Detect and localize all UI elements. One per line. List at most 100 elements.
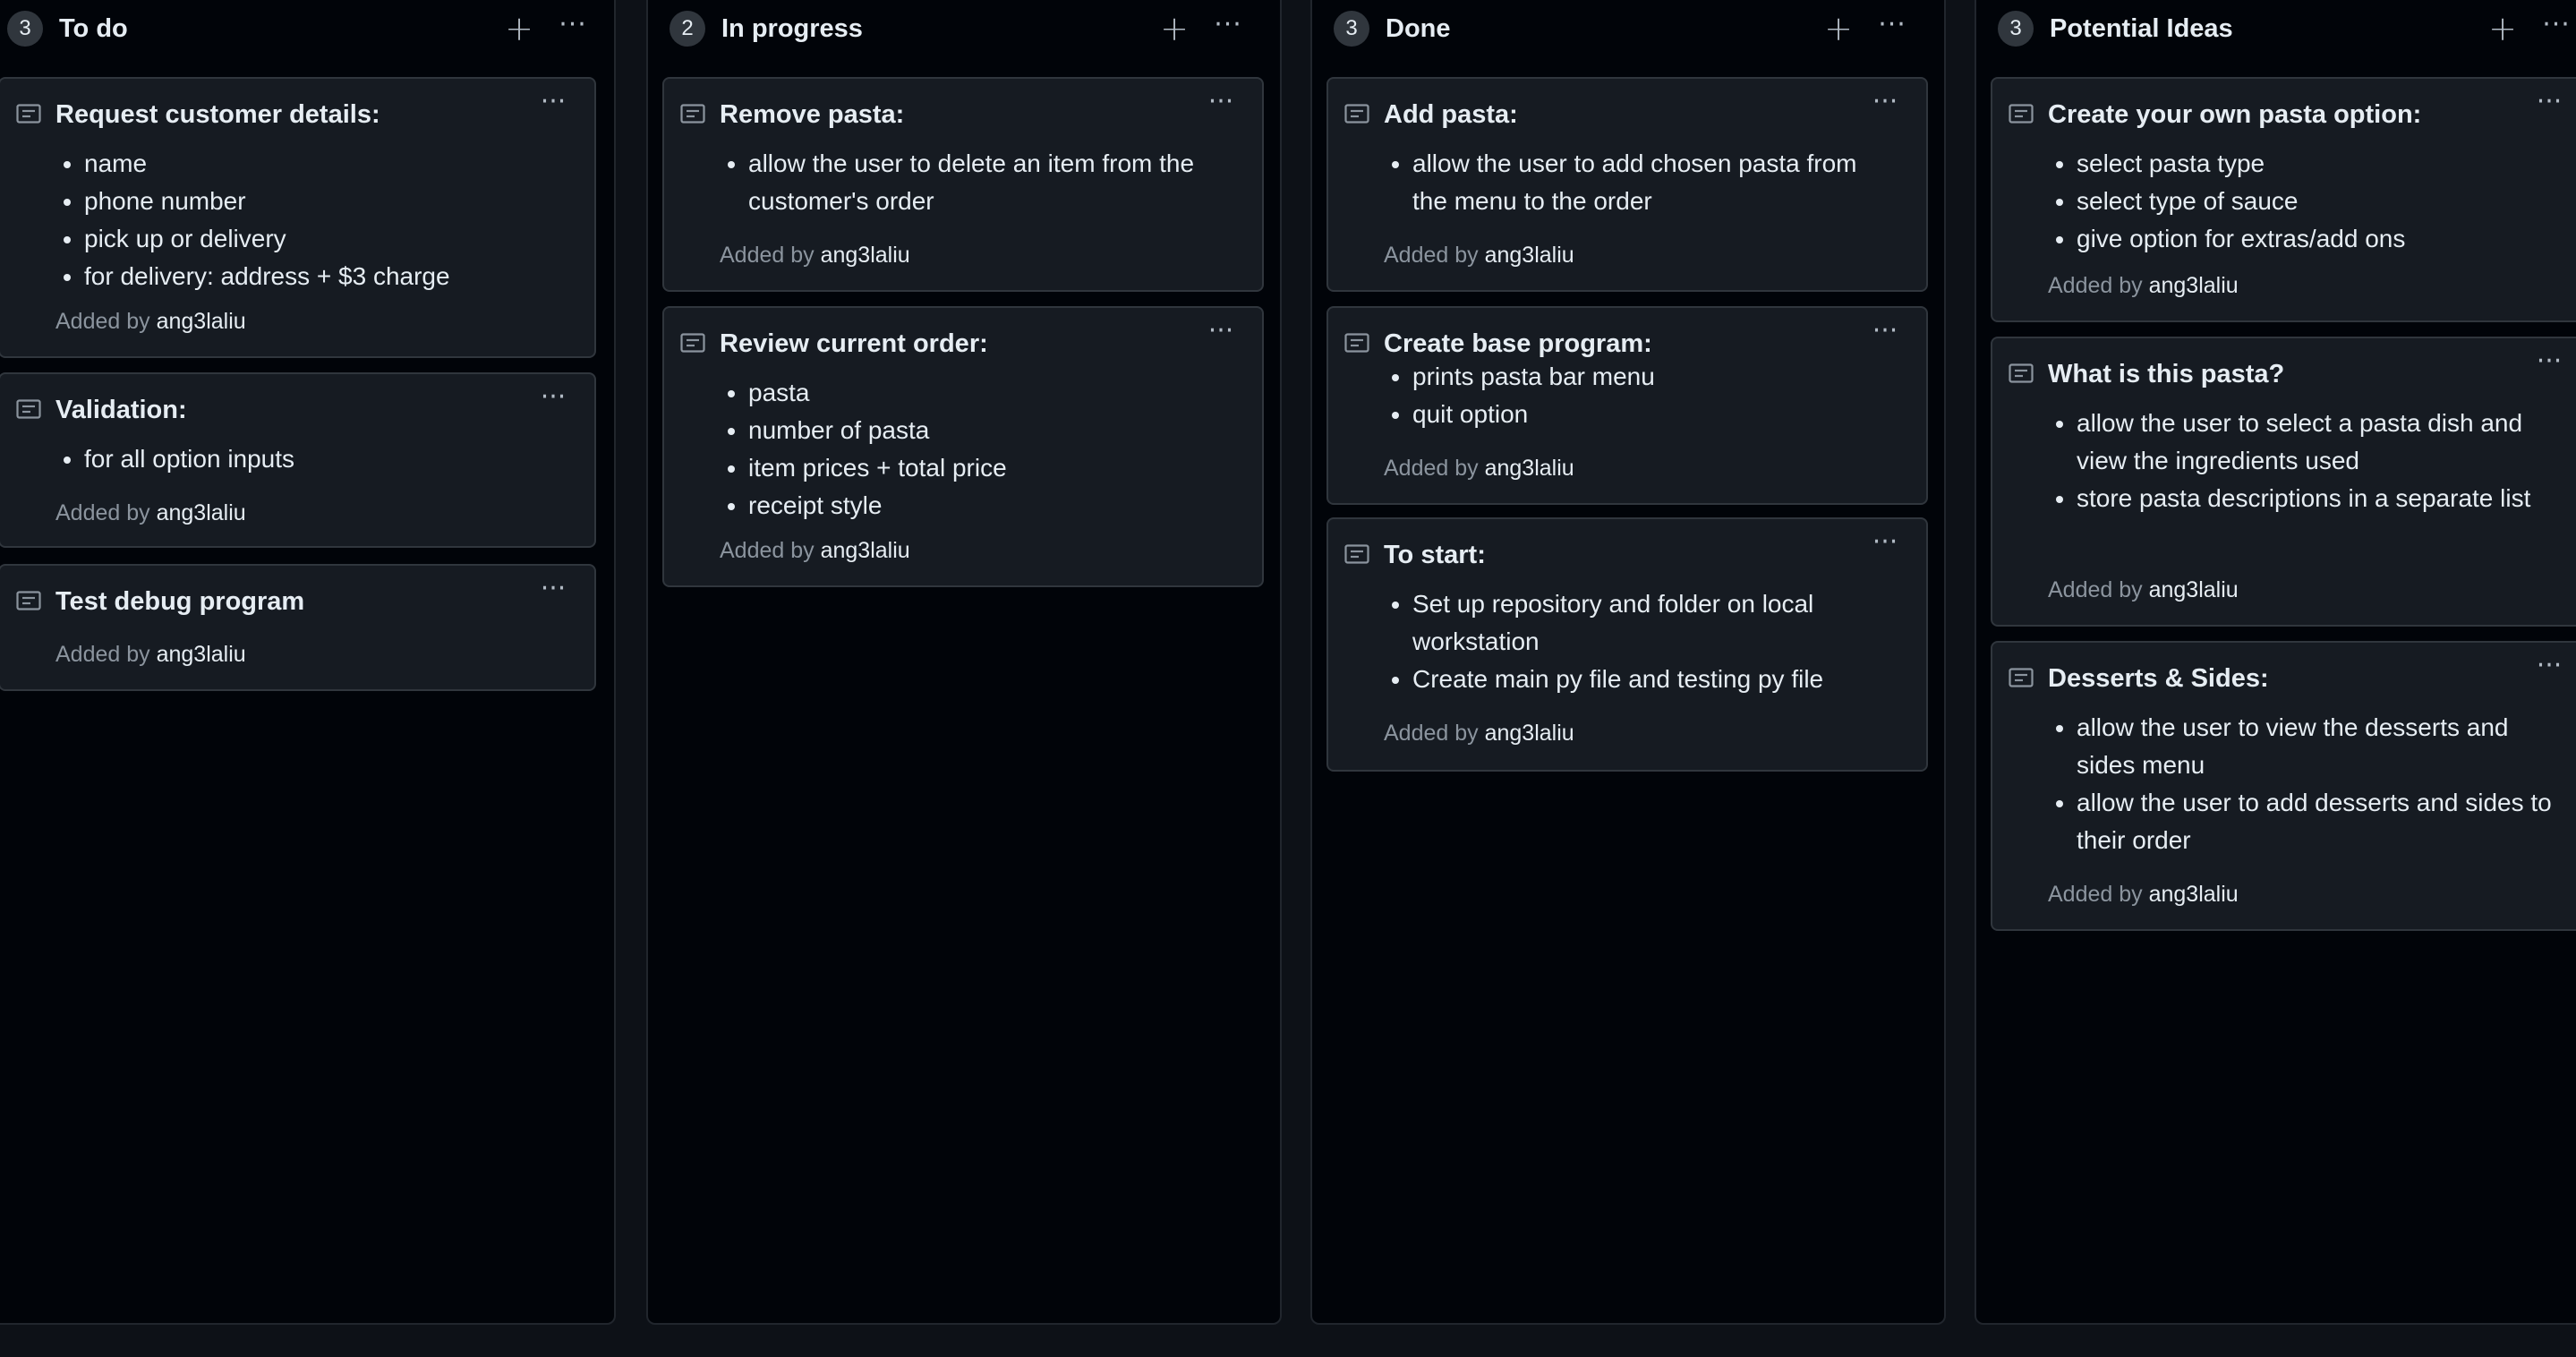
card-title[interactable]: To start: — [1384, 539, 1486, 571]
card-title[interactable]: Create your own pasta option: — [2048, 98, 2421, 131]
author-link[interactable]: ang3laliu — [2149, 577, 2239, 602]
kebab-horizontal-icon: ··· — [1207, 86, 1234, 117]
added-by: Added by ang3laliu — [55, 639, 246, 670]
column-menu-button[interactable]: ··· — [1872, 11, 1912, 47]
card-create-your-own-pasta[interactable]: Create your own pasta option: ··· select… — [1991, 77, 2576, 322]
added-by-label: Added by — [1384, 243, 1479, 268]
column-menu-button[interactable]: ··· — [1208, 11, 1248, 47]
list-item: prints pasta bar menu — [1412, 358, 1655, 396]
card-menu-button[interactable]: ··· — [1201, 318, 1241, 351]
column-menu-button[interactable]: ··· — [553, 11, 593, 47]
add-item-button[interactable]: + — [1156, 11, 1192, 47]
card-title[interactable]: Create base program: — [1384, 328, 1652, 360]
card-create-base-program[interactable]: Create base program: ··· prints pasta ba… — [1326, 306, 1928, 505]
author-link[interactable]: ang3laliu — [1485, 721, 1574, 746]
kebab-horizontal-icon: ··· — [2536, 86, 2563, 117]
item-count-badge: 2 — [670, 11, 705, 47]
card-menu-button[interactable]: ··· — [533, 384, 573, 417]
card-bullet-list: allow the user to select a pasta dish an… — [2048, 405, 2560, 517]
card-to-start[interactable]: To start: ··· Set up repository and fold… — [1326, 517, 1928, 772]
card-bullet-list: prints pasta bar menu quit option — [1384, 358, 1655, 433]
card-add-pasta[interactable]: Add pasta: ··· allow the user to add cho… — [1326, 77, 1928, 292]
card-title[interactable]: Review current order: — [720, 328, 988, 360]
card-bullet-list: for all option inputs — [55, 440, 294, 478]
column-title: To do — [59, 14, 128, 43]
author-link[interactable]: ang3laliu — [821, 243, 910, 268]
card-menu-button[interactable]: ··· — [533, 89, 573, 122]
kebab-horizontal-icon: ··· — [540, 573, 567, 604]
card-review-current-order[interactable]: Review current order: ··· pasta number o… — [662, 306, 1264, 587]
list-item: allow the user to add chosen pasta from … — [1412, 145, 1878, 220]
added-by-label: Added by — [2048, 273, 2143, 298]
list-item: Set up repository and folder on local wo… — [1412, 585, 1896, 661]
card-request-customer-details[interactable]: Request customer details: ··· name phone… — [0, 77, 596, 358]
list-item: store pasta descriptions in a separate l… — [2077, 480, 2560, 517]
list-item: pasta — [748, 374, 1007, 412]
added-by-label: Added by — [2048, 577, 2143, 602]
column-menu-button[interactable]: ··· — [2537, 11, 2576, 47]
list-item: phone number — [84, 183, 450, 220]
list-item: pick up or delivery — [84, 220, 450, 258]
issue-draft-icon — [1344, 544, 1369, 564]
kebab-horizontal-icon: ··· — [540, 86, 567, 117]
card-remove-pasta[interactable]: Remove pasta: ··· allow the user to dele… — [662, 77, 1264, 292]
list-item: select pasta type — [2077, 145, 2405, 183]
card-menu-button[interactable]: ··· — [1865, 529, 1905, 562]
card-title[interactable]: Remove pasta: — [720, 98, 904, 131]
issue-draft-icon — [1344, 333, 1369, 353]
column-header: 3 Potential Ideas + ··· — [1976, 2, 2576, 54]
added-by: Added by ang3laliu — [2048, 575, 2239, 605]
card-title[interactable]: Request customer details: — [55, 98, 380, 131]
issue-draft-icon — [680, 333, 705, 353]
add-item-button[interactable]: + — [501, 11, 537, 47]
column-title: In progress — [721, 14, 863, 43]
add-item-button[interactable]: + — [2485, 11, 2521, 47]
list-item: allow the user to delete an item from th… — [748, 145, 1214, 220]
list-item: number of pasta — [748, 412, 1007, 449]
added-by: Added by ang3laliu — [1384, 240, 1574, 270]
kebab-horizontal-icon: ··· — [1207, 315, 1234, 346]
card-menu-button[interactable]: ··· — [533, 576, 573, 609]
list-item: select type of sauce — [2077, 183, 2405, 220]
card-title[interactable]: Test debug program — [55, 585, 304, 618]
author-link[interactable]: ang3laliu — [1485, 243, 1574, 268]
list-item: allow the user to add desserts and sides… — [2077, 784, 2560, 859]
kebab-horizontal-icon: ··· — [1878, 9, 1906, 40]
card-title[interactable]: Add pasta: — [1384, 98, 1518, 131]
author-link[interactable]: ang3laliu — [821, 538, 910, 563]
plus-icon: + — [505, 9, 533, 48]
list-item: for all option inputs — [84, 440, 294, 478]
card-title[interactable]: Validation: — [55, 394, 187, 426]
kebab-horizontal-icon: ··· — [1872, 86, 1898, 117]
card-test-debug-program[interactable]: Test debug program ··· Added by ang3lali… — [0, 564, 596, 691]
card-title[interactable]: Desserts & Sides: — [2048, 662, 2269, 695]
card-menu-button[interactable]: ··· — [2529, 653, 2569, 686]
column-title: Done — [1386, 14, 1451, 43]
added-by-label: Added by — [55, 309, 150, 334]
card-bullet-list: allow the user to view the desserts and … — [2048, 709, 2560, 859]
author-link[interactable]: ang3laliu — [157, 642, 246, 667]
card-menu-button[interactable]: ··· — [1865, 89, 1905, 122]
card-menu-button[interactable]: ··· — [1865, 318, 1905, 351]
item-count-badge: 3 — [7, 11, 43, 47]
author-link[interactable]: ang3laliu — [2149, 882, 2239, 907]
author-link[interactable]: ang3laliu — [2149, 273, 2239, 298]
kebab-horizontal-icon: ··· — [1872, 526, 1898, 558]
author-link[interactable]: ang3laliu — [157, 309, 246, 334]
column-title: Potential Ideas — [2050, 14, 2233, 43]
list-item: for delivery: address + $3 charge — [84, 258, 450, 295]
card-what-is-this-pasta[interactable]: What is this pasta? ··· allow the user t… — [1991, 337, 2576, 627]
card-title[interactable]: What is this pasta? — [2048, 358, 2284, 390]
author-link[interactable]: ang3laliu — [1485, 456, 1574, 481]
card-validation[interactable]: Validation: ··· for all option inputs Ad… — [0, 372, 596, 548]
card-menu-button[interactable]: ··· — [2529, 348, 2569, 381]
plus-icon: + — [1160, 9, 1189, 48]
column-header: 2 In progress + ··· — [648, 2, 1280, 54]
card-menu-button[interactable]: ··· — [1201, 89, 1241, 122]
kebab-horizontal-icon: ··· — [540, 381, 567, 413]
author-link[interactable]: ang3laliu — [157, 500, 246, 525]
card-desserts-and-sides[interactable]: Desserts & Sides: ··· allow the user to … — [1991, 641, 2576, 931]
card-menu-button[interactable]: ··· — [2529, 89, 2569, 122]
add-item-button[interactable]: + — [1821, 11, 1856, 47]
issue-draft-icon — [2009, 104, 2034, 124]
